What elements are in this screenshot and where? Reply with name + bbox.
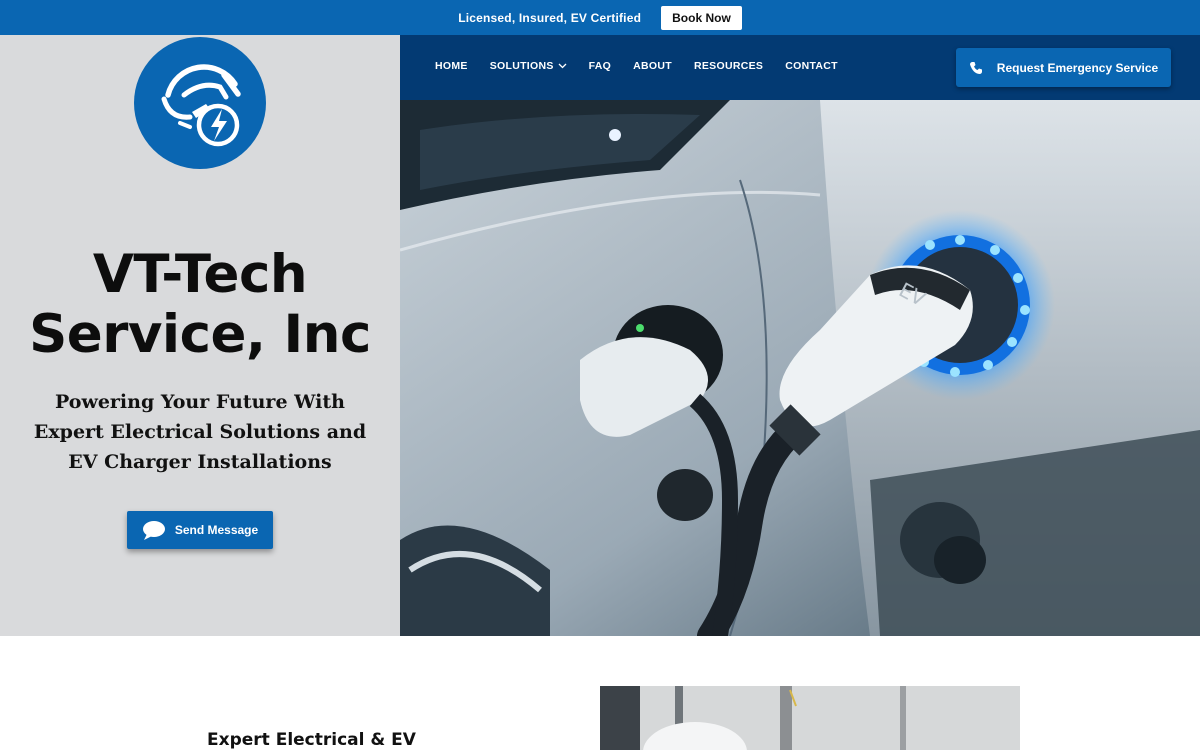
chevron-down-icon — [558, 63, 567, 69]
phone-icon — [969, 61, 982, 74]
credentials-text: Licensed, Insured, EV Certified — [458, 10, 642, 25]
ev-charging-photo: EV — [400, 100, 1200, 636]
company-name: VT-Tech Service, Inc — [0, 245, 400, 365]
send-message-button[interactable]: Send Message — [127, 511, 273, 549]
nav-item-label: ABOUT — [633, 60, 672, 72]
announcement-bar: Licensed, Insured, EV Certified Book Now — [0, 0, 1200, 35]
company-name-line1: VT-Tech — [92, 244, 308, 305]
nav-item-contact[interactable]: CONTACT — [785, 60, 838, 72]
nav-item-resources[interactable]: RESOURCES — [694, 60, 763, 72]
nav-item-label: CONTACT — [785, 60, 838, 72]
nav-menu: HOME SOLUTIONS FAQ ABOUT RESOURCES CONTA… — [435, 60, 838, 72]
section-heading: Expert Electrical & EV — [207, 730, 416, 750]
tagline: Powering Your Future With Expert Electri… — [33, 391, 367, 473]
book-now-button[interactable]: Book Now — [661, 5, 742, 30]
nav-item-about[interactable]: ABOUT — [633, 60, 672, 72]
nav-item-label: HOME — [435, 60, 468, 72]
nav-item-label: FAQ — [588, 60, 612, 72]
nav-item-faq[interactable]: FAQ — [589, 60, 612, 72]
request-emergency-service-button[interactable]: Request Emergency Service — [956, 48, 1171, 87]
ev-charger-plug-lightning-icon — [161, 64, 241, 147]
section-photo — [600, 686, 1020, 750]
brand-panel: VT-Tech Service, Inc Powering Your Futur… — [0, 35, 400, 636]
nav-item-home[interactable]: HOME — [435, 60, 468, 72]
chat-bubble-icon — [142, 521, 165, 540]
hero-ev-charging-image: EV — [400, 100, 1200, 636]
main-navbar: HOME SOLUTIONS FAQ ABOUT RESOURCES CONTA… — [400, 35, 1200, 100]
nav-item-label: RESOURCES — [694, 60, 764, 72]
company-logo[interactable] — [134, 37, 266, 169]
electrician-photo — [600, 686, 1020, 750]
emergency-label: Request Emergency Service — [996, 60, 1159, 75]
send-message-label: Send Message — [174, 523, 259, 537]
nav-item-solutions[interactable]: SOLUTIONS — [490, 60, 567, 72]
company-name-line2: Service, Inc — [29, 304, 371, 365]
nav-item-label: SOLUTIONS — [489, 60, 554, 72]
